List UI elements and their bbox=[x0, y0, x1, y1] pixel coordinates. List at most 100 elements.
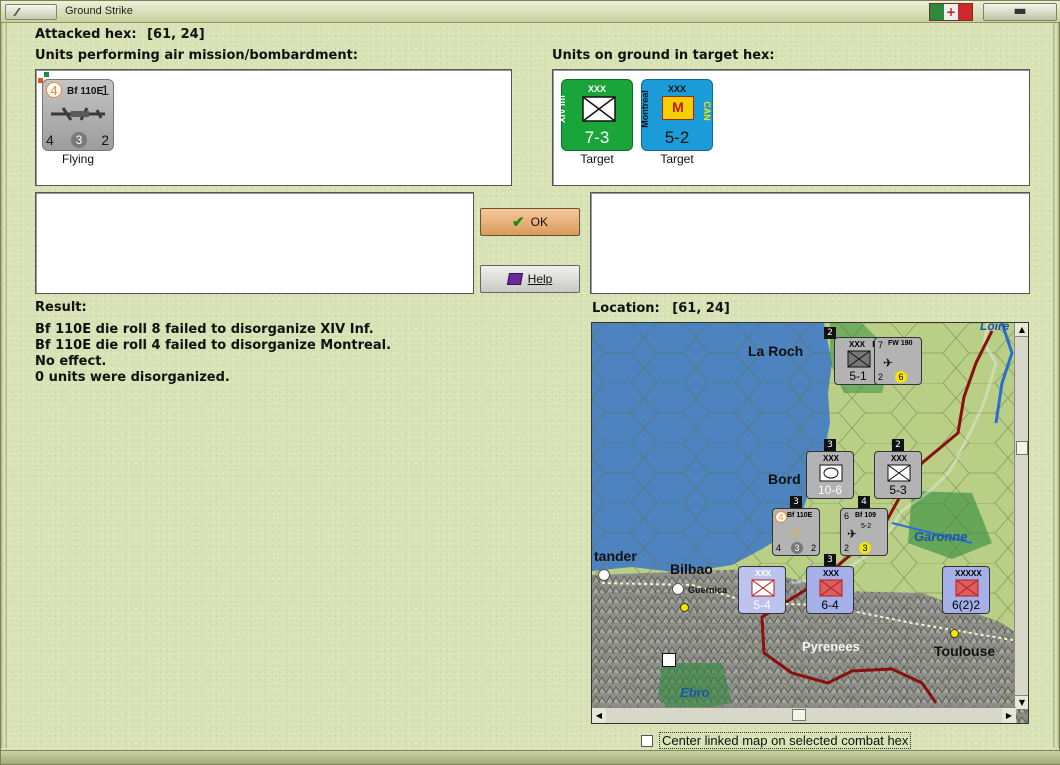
scroll-up-arrow-icon[interactable]: ▲ bbox=[1015, 323, 1028, 337]
counter-name: Bf 110E bbox=[787, 512, 813, 519]
window-title: Ground Strike bbox=[65, 5, 133, 17]
map-place-label: Toulouse bbox=[934, 643, 996, 659]
location-row: Location: [61, 24] bbox=[592, 301, 730, 316]
infantry-symbol-icon bbox=[955, 579, 979, 597]
attacked-hex-row: Attacked hex: [61, 24] bbox=[35, 27, 205, 42]
plane-icon: ✈ bbox=[847, 527, 858, 541]
title-bar: Ground Strike + ▬ bbox=[1, 1, 1060, 23]
counter-size: XXX bbox=[755, 569, 772, 578]
ground-strike-window: Ground Strike + ▬ Attacked hex: [61, 24]… bbox=[0, 0, 1060, 765]
map-unit-counter[interactable]: 6 Bf 109 5-2 ✈ 2 3 bbox=[840, 508, 888, 556]
map-unit-counter[interactable]: XXXXX 6(2)2 bbox=[942, 566, 990, 614]
map-river-label: Garonne bbox=[914, 529, 968, 544]
counter-b: 4 bbox=[776, 543, 782, 553]
help-label: Help bbox=[527, 272, 553, 286]
counter-size: XXX bbox=[891, 454, 908, 463]
vertical-scroll-thumb[interactable] bbox=[1016, 441, 1028, 455]
infantry-symbol-icon bbox=[819, 579, 843, 597]
location-value: [61, 24] bbox=[672, 301, 730, 316]
xiv-inf-counter[interactable]: XXX XIV Inf 7-3 bbox=[557, 79, 633, 151]
map-place-label: Bilbao bbox=[670, 561, 713, 577]
counter-bottom-right: 2 bbox=[101, 132, 109, 148]
counter-top-left: 4 bbox=[46, 82, 62, 98]
ground-unit-status: Target bbox=[660, 152, 694, 166]
result-label: Result: bbox=[35, 300, 87, 315]
horizontal-scroll-thumb[interactable] bbox=[792, 709, 806, 721]
scroll-down-arrow-icon[interactable]: ▼ bbox=[1015, 695, 1028, 709]
close-icon: ▬ bbox=[1013, 3, 1027, 19]
counter-strength: 6-4 bbox=[821, 598, 839, 612]
counter-c: 6 bbox=[895, 371, 907, 383]
counter-c: 3 bbox=[859, 542, 871, 554]
factory-icon bbox=[662, 653, 676, 667]
ok-button[interactable]: ✔ OK bbox=[480, 208, 580, 236]
map-unit-counter[interactable]: 7 FW 190 ✈ 2 6 bbox=[874, 337, 922, 385]
air-units-label: Units performing air mission/bombardment… bbox=[35, 48, 359, 63]
map-place-label: Guernica bbox=[688, 585, 728, 595]
stack-count: 3 bbox=[824, 439, 836, 451]
fire-icon: ♨ bbox=[789, 523, 802, 539]
location-map[interactable]: La Roch Bord tander Bilbao Guernica Pyre… bbox=[591, 322, 1029, 724]
attacker-info-panel bbox=[35, 192, 474, 294]
help-button[interactable]: Help bbox=[480, 265, 580, 293]
city-dot-icon bbox=[950, 629, 959, 638]
counter-e: 5-2 bbox=[861, 523, 872, 530]
map-unit-counter[interactable]: XXX 6-4 bbox=[806, 566, 854, 614]
result-line: 0 units were disorganized. bbox=[35, 370, 230, 385]
air-unit-item[interactable]: 4 Bf 110E 1 4 3 2 Flying bbox=[36, 70, 126, 180]
counter-size: XXX bbox=[823, 569, 840, 578]
map-unit-counter[interactable]: 4 Bf 110E ♨ 4 3 2 bbox=[772, 508, 820, 556]
scroll-right-arrow-icon[interactable]: ▶ bbox=[1002, 708, 1016, 723]
scroll-left-arrow-icon[interactable]: ◀ bbox=[592, 708, 606, 723]
map-river-label: Ebro bbox=[680, 685, 710, 700]
counter-a: 4 bbox=[775, 511, 787, 523]
counter-d: 2 bbox=[810, 543, 816, 553]
map-place-label: tander bbox=[594, 548, 637, 564]
window-frame-left bbox=[1, 23, 7, 748]
checkmark-icon: ✔ bbox=[512, 214, 525, 231]
close-button[interactable]: ▬ bbox=[983, 3, 1057, 21]
armor-symbol-icon bbox=[819, 464, 843, 482]
defender-info-panel bbox=[590, 192, 1030, 294]
window-frame-bottom bbox=[1, 750, 1060, 764]
result-line: No effect. bbox=[35, 354, 107, 369]
center-map-option[interactable]: Center linked map on selected combat hex bbox=[641, 732, 912, 749]
ground-units-label: Units on ground in target hex: bbox=[552, 48, 775, 63]
counter-a: 6 bbox=[844, 511, 850, 521]
stack-count: 3 bbox=[824, 554, 836, 566]
counter-size: XXX bbox=[668, 84, 687, 94]
map-unit-counter[interactable]: XXX 10-6 bbox=[806, 451, 854, 499]
map-place-label: Bord bbox=[768, 471, 801, 487]
counter-badge: M bbox=[672, 99, 684, 115]
center-map-checkbox[interactable] bbox=[641, 734, 653, 747]
stack-count: 2 bbox=[824, 327, 836, 339]
attacked-hex-label: Attacked hex: bbox=[35, 27, 137, 42]
mech-symbol-icon: M bbox=[662, 96, 694, 120]
location-label: Location: bbox=[592, 301, 660, 316]
map-unit-counter[interactable]: XXX 5-3 bbox=[874, 451, 922, 499]
help-book-icon bbox=[506, 273, 523, 285]
air-unit-status: Flying bbox=[61, 152, 94, 166]
map-vertical-scrollbar[interactable]: ▲ ▼ bbox=[1014, 323, 1028, 709]
map-horizontal-scrollbar[interactable]: ◀ ▶ bbox=[592, 707, 1016, 723]
counter-side: CAN bbox=[701, 101, 712, 121]
counter-unit-name: XIV Inf bbox=[557, 94, 568, 124]
ground-units-panel: XXX XIV Inf 7-3 Target XXX Montreal CAN … bbox=[552, 69, 1030, 186]
plane-icon: ✈ bbox=[883, 356, 894, 370]
minimize-button[interactable] bbox=[5, 4, 57, 20]
counter-strength: 5-4 bbox=[753, 598, 771, 612]
bf110e-counter[interactable]: 4 Bf 110E 1 4 3 2 bbox=[42, 79, 114, 151]
counter-strength: 6(2)2 bbox=[951, 598, 980, 612]
center-map-checkbox-label[interactable]: Center linked map on selected combat hex bbox=[659, 732, 912, 749]
ok-label: OK bbox=[530, 215, 548, 229]
air-units-panel: 4 Bf 110E 1 4 3 2 Flying bbox=[35, 69, 512, 186]
counter-bottom-mid: 3 bbox=[71, 132, 87, 148]
counter-size: XXX bbox=[588, 84, 607, 94]
map-place-label: La Roch bbox=[748, 343, 804, 359]
status-dot-icon bbox=[44, 72, 49, 77]
map-unit-counter[interactable]: XXX 5-4 bbox=[738, 566, 786, 614]
result-line: Bf 110E die roll 8 failed to disorganize… bbox=[35, 322, 374, 337]
counter-a: 7 bbox=[878, 340, 884, 350]
montreal-counter[interactable]: XXX Montreal CAN M 5-2 bbox=[640, 79, 713, 151]
counter-size: XXX bbox=[823, 454, 840, 463]
